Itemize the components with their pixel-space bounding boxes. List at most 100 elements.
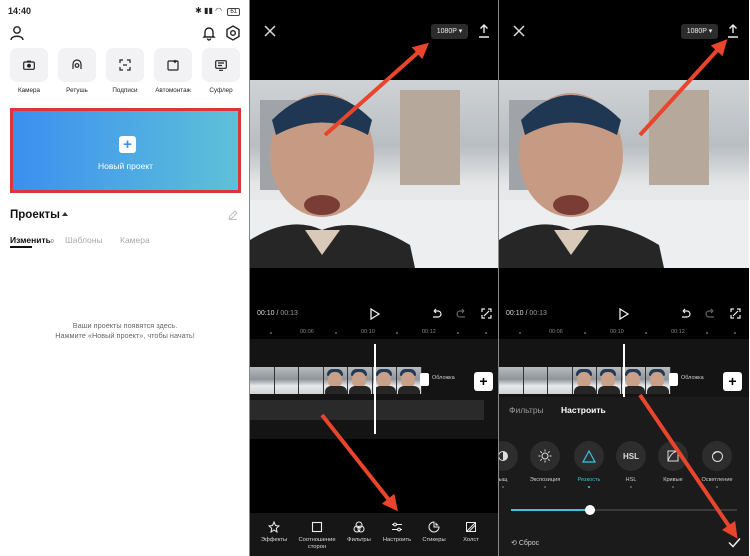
add-clip-button[interactable]: + bbox=[474, 372, 493, 391]
empty-line-1: Ваши проекты появятся здесь. bbox=[72, 321, 178, 330]
bluetooth-icon: ✱ bbox=[195, 6, 202, 15]
resolution-button[interactable]: 1080P ▾ bbox=[681, 24, 718, 39]
adjust-exposure[interactable]: Экспозиция bbox=[525, 441, 565, 488]
wifi-icon: ◠ bbox=[215, 6, 223, 15]
tool-label: Ретушь bbox=[66, 87, 88, 94]
teleprompter-icon bbox=[215, 59, 227, 71]
stickers-icon bbox=[428, 521, 440, 533]
camera-icon bbox=[23, 60, 35, 70]
bottom-toolbar: Эффекты Соотношение сторон Фильтры Настр… bbox=[250, 513, 500, 556]
audio-track[interactable] bbox=[250, 400, 484, 420]
video-clip[interactable] bbox=[250, 367, 423, 394]
toolbar-effects[interactable]: Эффекты bbox=[253, 521, 295, 544]
redo-icon[interactable] bbox=[705, 308, 716, 319]
cover-label[interactable]: Обложка bbox=[432, 375, 455, 381]
close-icon[interactable] bbox=[512, 24, 526, 38]
quick-tools: Камера Ретушь Подписи Автомонтаж Суфлер bbox=[0, 48, 250, 98]
toolbar-canvas[interactable]: Холст bbox=[450, 521, 492, 544]
tool-camera[interactable]: Камера bbox=[6, 48, 52, 94]
tool-label: Автомонтаж bbox=[155, 87, 191, 94]
effects-icon bbox=[268, 521, 280, 533]
fullscreen-icon[interactable] bbox=[730, 308, 741, 319]
playhead[interactable] bbox=[374, 344, 376, 434]
timeline-ruler: 00:06 00:10 00:12 bbox=[499, 327, 749, 339]
retouch-icon bbox=[72, 59, 82, 69]
adjust-curves[interactable]: Кривые bbox=[653, 441, 693, 488]
resolution-label: 1080P bbox=[436, 28, 457, 35]
adjust-brightness[interactable]: ыщ bbox=[499, 441, 523, 488]
close-icon[interactable] bbox=[263, 24, 277, 38]
tab-edit[interactable]: Изменить0 bbox=[10, 235, 54, 245]
caret-up-icon[interactable] bbox=[62, 212, 68, 216]
redo-icon[interactable] bbox=[456, 308, 467, 319]
adjust-slider[interactable] bbox=[511, 505, 737, 515]
editor-adjust-screen: 1080P ▾ 00:10 / 00:13 00:06 00:10 00:12 bbox=[499, 0, 749, 556]
new-project-button[interactable]: + Новый проект bbox=[10, 108, 241, 193]
adjust-label: Осветление bbox=[701, 477, 733, 483]
aspect-ratio-icon bbox=[311, 521, 323, 533]
playback-controls: 00:10 / 00:13 bbox=[499, 305, 749, 325]
export-icon[interactable] bbox=[478, 24, 490, 38]
signal-icon: ▮▮ bbox=[204, 6, 213, 15]
undo-icon[interactable] bbox=[431, 308, 442, 319]
play-icon[interactable] bbox=[619, 308, 629, 320]
profile-icon[interactable] bbox=[9, 25, 25, 41]
toolbar-aspect-ratio[interactable]: Соотношение сторон bbox=[296, 521, 338, 551]
adjust-hsl[interactable]: HSL HSL bbox=[611, 441, 651, 488]
adjust-lighten[interactable]: Осветление bbox=[697, 441, 737, 488]
settings-icon[interactable] bbox=[225, 25, 241, 41]
playback-controls: 00:10 / 00:13 bbox=[250, 305, 500, 325]
tab-label: Изменить bbox=[10, 235, 51, 245]
curves-icon bbox=[667, 450, 679, 462]
ruler-mark: 00:12 bbox=[422, 329, 436, 335]
status-time: 14:40 bbox=[8, 6, 32, 16]
sharpness-icon bbox=[582, 449, 596, 463]
tool-label: Суфлер bbox=[209, 87, 233, 94]
pencil-icon[interactable] bbox=[228, 210, 238, 220]
resolution-button[interactable]: 1080P ▾ bbox=[431, 24, 468, 39]
tab-filters[interactable]: Фильтры bbox=[509, 405, 544, 415]
adjust-panel: Фильтры Настроить ыщ Экспозиция Резкость… bbox=[499, 397, 749, 556]
video-preview[interactable] bbox=[250, 80, 500, 268]
tab-count: 0 bbox=[50, 239, 54, 245]
tool-label: Камера bbox=[17, 87, 40, 94]
tab-templates[interactable]: Шаблоны bbox=[65, 235, 103, 245]
toolbar-stickers[interactable]: Стикеры bbox=[413, 521, 455, 544]
tab-camera[interactable]: Камера bbox=[120, 235, 150, 245]
play-icon[interactable] bbox=[370, 308, 380, 320]
tool-captions[interactable]: Подписи bbox=[102, 48, 148, 94]
tool-automontage[interactable]: Автомонтаж bbox=[150, 48, 196, 94]
panel-divider bbox=[498, 0, 499, 556]
clip-end-handle[interactable] bbox=[669, 373, 678, 386]
adjust-sharpness[interactable]: Резкость bbox=[569, 441, 609, 488]
total-time: 00:13 bbox=[280, 310, 298, 317]
clip-end-handle[interactable] bbox=[420, 373, 429, 386]
tool-retouch[interactable]: Ретушь bbox=[54, 48, 100, 94]
tab-underline bbox=[10, 246, 32, 248]
bell-icon[interactable] bbox=[201, 25, 217, 41]
add-clip-button[interactable]: + bbox=[723, 372, 742, 391]
fullscreen-icon[interactable] bbox=[481, 308, 492, 319]
toolbar-label: Стикеры bbox=[422, 537, 446, 543]
video-clip[interactable] bbox=[499, 367, 672, 394]
reset-button[interactable]: ⟲ Сброс bbox=[511, 539, 539, 547]
export-icon[interactable] bbox=[727, 24, 739, 38]
dropdown-icon: ▾ bbox=[708, 28, 713, 35]
video-preview[interactable] bbox=[499, 80, 749, 268]
tool-teleprompter[interactable]: Суфлер bbox=[198, 48, 244, 94]
tab-adjust[interactable]: Настроить bbox=[561, 405, 606, 415]
toolbar-filters[interactable]: Фильтры bbox=[338, 521, 380, 544]
toolbar-label: Эффекты bbox=[260, 537, 288, 543]
toolbar-label: Соотношение сторон bbox=[298, 537, 336, 550]
cover-label[interactable]: Обложка bbox=[681, 375, 704, 381]
current-time: 00:10 bbox=[506, 310, 524, 317]
adjust-label: Резкость bbox=[577, 477, 601, 483]
video-frame bbox=[499, 90, 749, 268]
checkmark-icon[interactable] bbox=[728, 537, 741, 548]
toolbar-label: Холст bbox=[463, 537, 479, 543]
slider-knob[interactable] bbox=[585, 505, 596, 515]
undo-icon[interactable] bbox=[680, 308, 691, 319]
timeline-ruler: 00:06 00:10 00:12 bbox=[250, 327, 500, 339]
toolbar-adjust[interactable]: Настроить bbox=[376, 521, 418, 544]
adjust-label: Кривые bbox=[663, 477, 683, 483]
